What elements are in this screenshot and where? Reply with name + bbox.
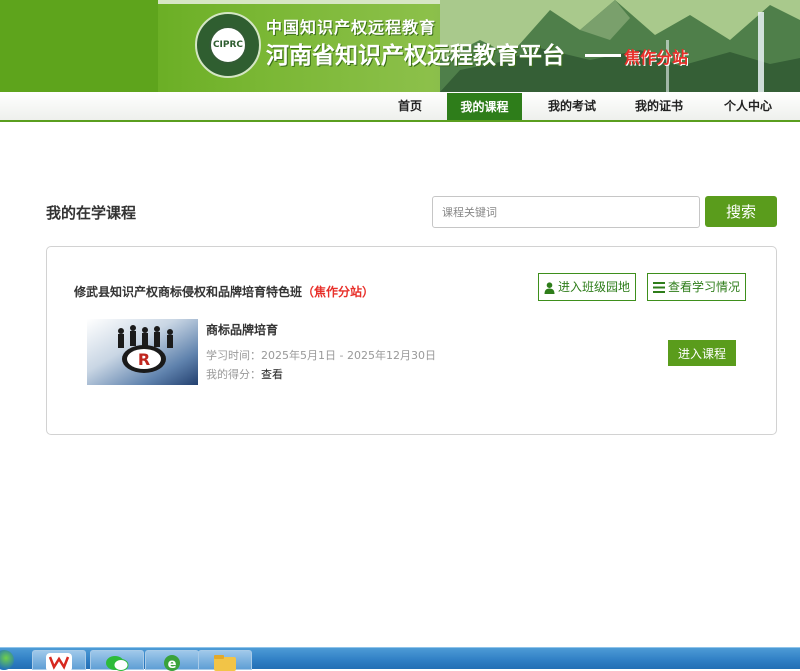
- class-branch: （焦作分站）: [302, 285, 375, 299]
- wechat-icon[interactable]: [90, 650, 144, 671]
- view-score-link[interactable]: 查看: [261, 368, 283, 381]
- study-time-label: 学习时间：: [206, 349, 261, 362]
- course-name[interactable]: 商标品牌培育: [206, 321, 278, 338]
- nav-item-my-courses[interactable]: 我的课程: [447, 93, 522, 120]
- site-banner: CIPRC 中国知识产权远程教育 河南省知识产权远程教育平台 焦作分站: [0, 0, 800, 92]
- svg-text:R: R: [138, 350, 150, 369]
- site-subtitle: 中国知识产权远程教育: [266, 18, 437, 37]
- nav-item-my-exams[interactable]: 我的考试: [536, 92, 608, 120]
- user-icon: [544, 281, 555, 294]
- windows-taskbar: e: [0, 647, 800, 671]
- class-title: 修武县知识产权商标侵权和品牌培育特色班（焦作分站）: [74, 283, 374, 300]
- branch-suffix: 焦作分站: [624, 48, 689, 67]
- nav-item-my-certificates[interactable]: 我的证书: [623, 92, 695, 120]
- wps-icon[interactable]: [32, 650, 86, 671]
- ciprc-logo: CIPRC: [195, 12, 261, 78]
- search-button[interactable]: 搜索: [705, 196, 777, 227]
- site-title: 河南省知识产权远程教育平台: [266, 43, 565, 69]
- score-label: 我的得分：: [206, 368, 261, 381]
- view-progress-button[interactable]: 查看学习情况: [647, 273, 747, 301]
- folder-glyph: [214, 655, 236, 671]
- study-time-value: 2025年5月1日 - 2025年12月30日: [261, 349, 436, 362]
- enter-course-button[interactable]: 进入课程: [668, 340, 736, 366]
- file-explorer-icon[interactable]: [198, 650, 252, 671]
- course-search-input[interactable]: [432, 196, 700, 228]
- enter-class-label: 进入班级园地: [558, 280, 631, 294]
- start-button-icon[interactable]: [0, 650, 14, 670]
- view-progress-label: 查看学习情况: [668, 280, 741, 294]
- course-thumbnail[interactable]: R: [87, 319, 198, 385]
- ie-glyph: e: [164, 655, 180, 671]
- banner-left-block: [0, 0, 158, 92]
- class-name: 修武县知识产权商标侵权和品牌培育特色班: [74, 285, 303, 299]
- page-title: 我的在学课程: [46, 204, 137, 222]
- enter-class-button[interactable]: 进入班级园地: [538, 273, 637, 301]
- wechat-glyph: [106, 656, 129, 671]
- registered-trademark-icon: R: [122, 345, 166, 373]
- class-card: 修武县知识产权商标侵权和品牌培育特色班（焦作分站） 进入班级园地 查看学习情况: [46, 246, 777, 435]
- nav-item-personal-center[interactable]: 个人中心: [712, 92, 784, 120]
- score-line: 我的得分：查看: [206, 366, 283, 382]
- ie-browser-icon[interactable]: e: [145, 650, 199, 671]
- logo-text: CIPRC: [212, 40, 244, 50]
- title-dash: [585, 54, 621, 57]
- nav-item-home[interactable]: 首页: [384, 92, 436, 120]
- main-nav: 首页 我的课程 我的考试 我的证书 个人中心: [0, 92, 800, 122]
- list-icon: [653, 282, 665, 293]
- wps-glyph: [46, 653, 72, 671]
- study-time: 学习时间：2025年5月1日 - 2025年12月30日: [206, 347, 436, 363]
